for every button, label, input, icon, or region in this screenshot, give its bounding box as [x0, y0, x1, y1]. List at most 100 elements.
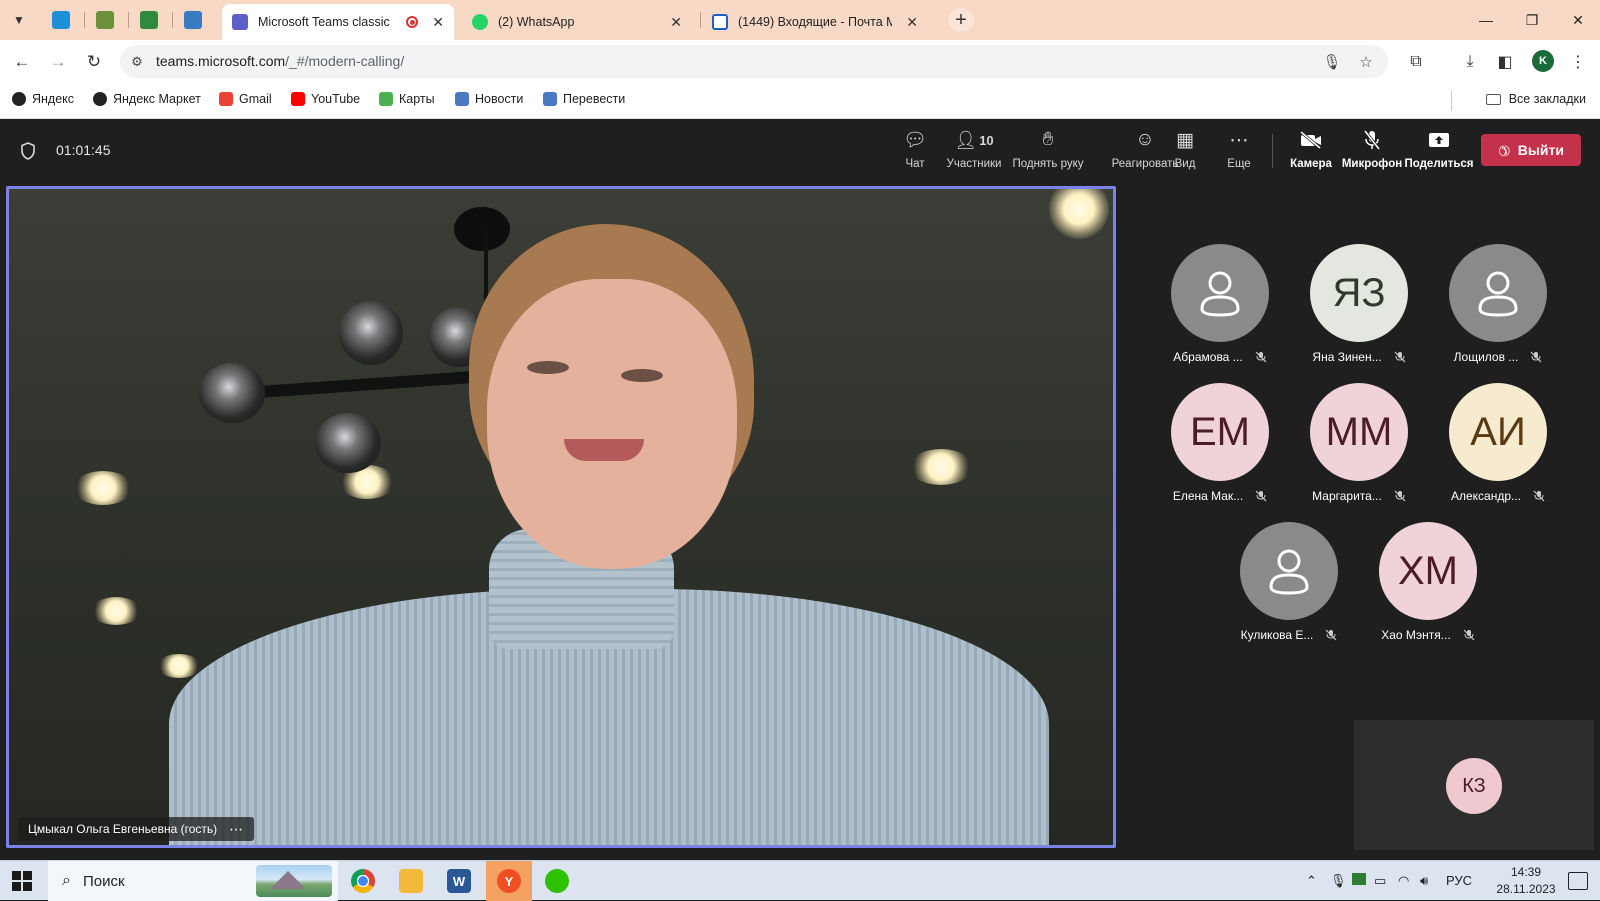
tab-mail[interactable]: (1449) Входящие - Почта Mail. ✕ [702, 4, 928, 40]
bookmark-label: Перевести [563, 92, 626, 106]
taskbar-explorer[interactable] [388, 861, 434, 901]
participant-name: Абрамова ... [1173, 350, 1243, 364]
participant-tile[interactable]: ЯЗ Яна Зинен... [1289, 244, 1429, 374]
minimize-button[interactable]: — [1464, 0, 1508, 40]
taskbar-yandex-browser[interactable]: Y [486, 861, 532, 901]
raise-hand-button[interactable]: ✋︎ Поднять руку [1008, 128, 1088, 176]
new-tab-button[interactable]: + [948, 8, 974, 32]
mic-off-icon [1255, 490, 1267, 502]
extensions-icon[interactable]: ⧉ [1404, 50, 1428, 74]
gpu-icon[interactable] [1352, 873, 1366, 885]
bookmark-yandex[interactable]: Яндекс [12, 92, 74, 106]
notifications-icon[interactable] [1568, 872, 1588, 890]
wifi-icon[interactable]: ◠ [1398, 873, 1409, 889]
microphone-icon[interactable]: 🎙 [1330, 873, 1347, 889]
taskbar-word[interactable]: W [436, 861, 482, 901]
bookmark-maps[interactable]: Карты [379, 92, 435, 106]
close-tab-icon[interactable]: ✕ [906, 14, 918, 31]
bookmark-youtube[interactable]: YouTube [291, 92, 360, 106]
participant-name: Александр... [1450, 489, 1522, 503]
controls-divider [1272, 134, 1273, 168]
leave-button[interactable]: ✆ Выйти [1481, 134, 1581, 166]
lamp-base [454, 207, 510, 251]
bookmark-news[interactable]: Новости [455, 92, 523, 106]
reload-button[interactable]: ↻ [81, 49, 107, 75]
bookmark-translate[interactable]: Перевести [543, 92, 625, 106]
taskbar-chrome[interactable] [340, 861, 386, 901]
avatar [1449, 244, 1547, 342]
more-options-icon[interactable]: ⋯ [229, 821, 244, 838]
participant-tile[interactable]: ММ Маргарита... [1289, 383, 1429, 513]
speaker-name: Цмыкал Ольга Евгеньевна (гость) [28, 822, 218, 836]
close-window-button[interactable]: ✕ [1556, 0, 1600, 40]
forward-button[interactable]: → [45, 49, 71, 75]
language-indicator[interactable]: РУС [1446, 873, 1472, 888]
plus-icon: + [955, 8, 967, 31]
browser-toolbar: ← → ↻ ⚙ teams.microsoft.com/_#/modern-ca… [0, 40, 1600, 83]
call-timer: 01:01:45 [56, 142, 111, 158]
meeting-stage: Цмыкал Ольга Евгеньевна (гость) ⋯ Абрамо… [0, 180, 1600, 854]
taskbar-wechat[interactable] [534, 861, 580, 901]
url-host: teams.microsoft.com [156, 53, 286, 69]
back-button[interactable]: ← [9, 49, 35, 75]
participant-tile[interactable]: Абрамова ... [1150, 244, 1290, 374]
chat-button[interactable]: 💬︎ Чат [900, 128, 930, 176]
bookmark-yandex-market[interactable]: Яндекс Маркет [93, 92, 201, 106]
profile-avatar[interactable]: K [1532, 50, 1554, 72]
taskbar-search[interactable]: ⌕ Поиск [48, 861, 338, 901]
mic-off-icon [1533, 490, 1545, 502]
participant-tile[interactable]: Лощилов ... [1428, 244, 1568, 374]
site-info-icon[interactable]: ⚙ [128, 53, 146, 71]
participant-tile[interactable]: Куликова Е... [1219, 522, 1359, 652]
bookmark-star-icon[interactable]: ☆ [1356, 52, 1376, 72]
whatsapp-icon [472, 14, 488, 30]
close-tab-icon[interactable]: ✕ [670, 14, 682, 31]
camera-label: Камера [1290, 158, 1332, 170]
tab-whatsapp[interactable]: (2) WhatsApp ✕ [462, 4, 692, 40]
volume-icon[interactable]: 🔊︎ [1420, 873, 1428, 889]
speaker-nameplate[interactable]: Цмыкал Ольга Евгеньевна (гость) ⋯ [18, 817, 255, 841]
address-bar[interactable]: ⚙ teams.microsoft.com/_#/modern-calling/… [120, 45, 1388, 78]
mic-label: Микрофон [1341, 158, 1403, 170]
close-tab-icon[interactable]: ✕ [432, 14, 444, 31]
pinned-tab-2[interactable] [84, 6, 126, 34]
microphone-icon[interactable]: 🎙 [1322, 52, 1342, 72]
chevron-up-icon[interactable]: ⌃ [1306, 873, 1317, 889]
url-text[interactable]: teams.microsoft.com/_#/modern-calling/ [156, 53, 404, 69]
participant-name: Елена Мак... [1172, 489, 1244, 503]
chat-label: Чат [905, 158, 925, 170]
camera-button[interactable]: Камера [1290, 128, 1332, 176]
pinned-tab-3[interactable] [128, 6, 170, 34]
bookmark-label: Карты [399, 92, 435, 106]
chat-icon: 💬︎ [902, 130, 928, 151]
pinned-tab-4[interactable] [172, 6, 214, 34]
participants-label: Участники [946, 158, 1002, 170]
mic-off-icon [1530, 351, 1542, 363]
participants-button[interactable]: 👤︎ 10 Участники [944, 128, 1004, 176]
pinned-tab-1[interactable] [40, 6, 82, 34]
view-button[interactable]: ▦ Вид [1170, 128, 1200, 176]
participant-tile[interactable]: АИ Александр... [1428, 383, 1568, 513]
speaker-video[interactable]: Цмыкал Ольга Евгеньевна (гость) ⋯ [6, 186, 1116, 848]
side-panel-icon[interactable]: ◧ [1493, 50, 1517, 74]
restore-button[interactable]: ❐ [1510, 0, 1554, 40]
arrow-left-icon: ← [13, 52, 31, 71]
share-button[interactable]: Поделиться [1404, 128, 1474, 176]
system-clock[interactable]: 14:39 28.11.2023 [1486, 864, 1566, 898]
tab-teams[interactable]: Microsoft Teams classic ✕ [222, 4, 454, 40]
share-screen-icon [1428, 128, 1450, 152]
all-bookmarks-button[interactable]: Все закладки [1485, 92, 1586, 106]
participant-tile[interactable]: ЕМ Елена Мак... [1150, 383, 1290, 513]
battery-icon[interactable]: ▭ [1374, 873, 1386, 889]
tab-search-button[interactable]: ▼ [6, 8, 32, 32]
browser-menu-icon[interactable]: ⋮ [1566, 50, 1590, 74]
participant-tile[interactable]: ХМ Хао Мэнтя... [1358, 522, 1498, 652]
windows-start-icon[interactable] [12, 871, 32, 891]
bookmark-gmail[interactable]: Gmail [219, 92, 272, 106]
self-view[interactable]: КЗ [1354, 720, 1594, 850]
more-button[interactable]: ⋯ Еще [1224, 128, 1254, 176]
download-icon[interactable]: ⤓ [1458, 50, 1482, 74]
tab-separator [700, 12, 701, 28]
mic-button[interactable]: Микрофон [1341, 128, 1403, 176]
react-button[interactable]: ☺ Реагировать [1112, 128, 1179, 176]
